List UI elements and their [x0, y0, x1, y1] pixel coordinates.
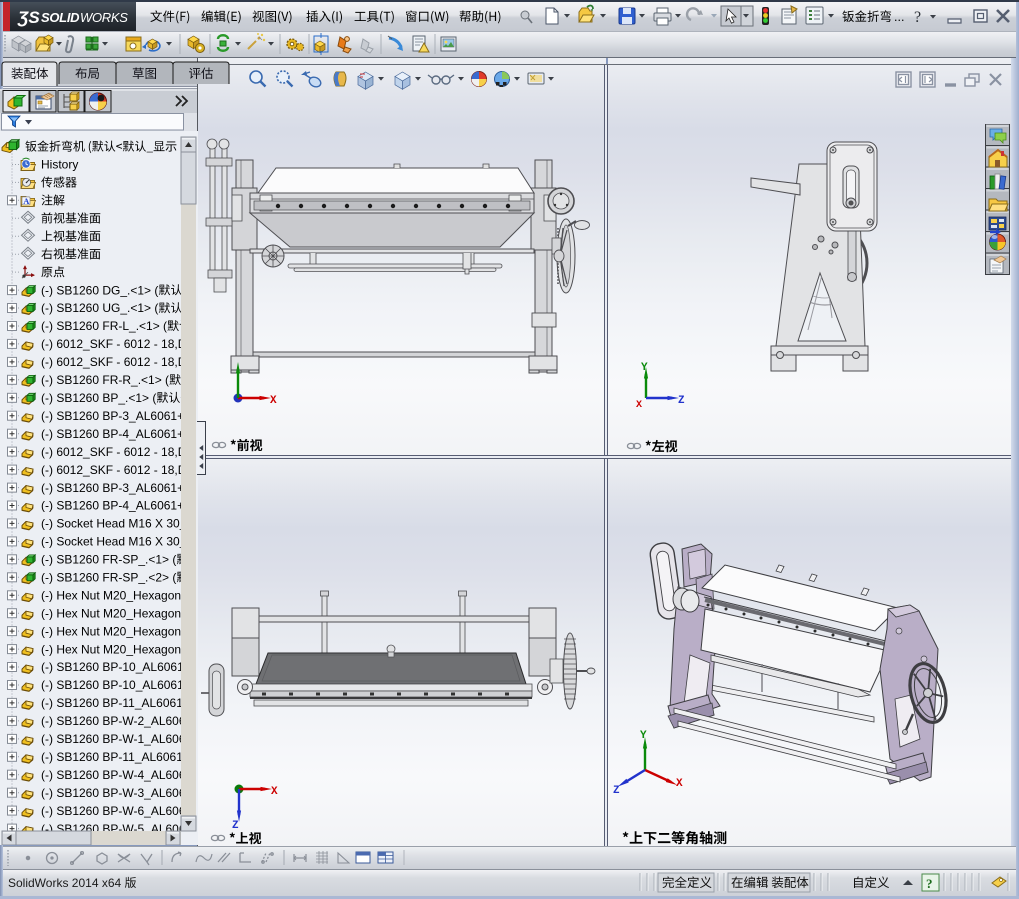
svg-text:X: X [270, 395, 277, 407]
svg-text:SolidWorks 2014 x64: SolidWorks 2014 x64 [8, 876, 122, 890]
svg-text:?: ? [914, 9, 921, 26]
svg-text:Z: Z [613, 785, 620, 797]
svg-text:X: X [636, 400, 642, 411]
svg-text:X: X [676, 778, 683, 790]
svg-text:X: X [271, 786, 278, 798]
svg-text:Y: Y [641, 362, 648, 374]
svg-text:Z: Z [232, 820, 239, 832]
svg-text:Z: Z [678, 395, 685, 407]
svg-text:Y: Y [640, 730, 647, 742]
svg-text:?: ? [926, 876, 933, 891]
svg-text:...: ... [894, 10, 904, 24]
